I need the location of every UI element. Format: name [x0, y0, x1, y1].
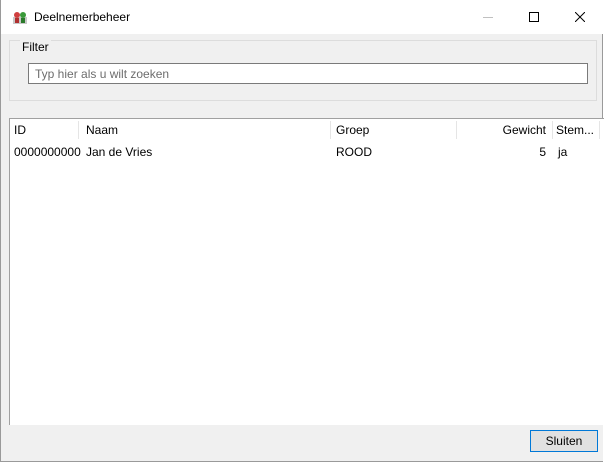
column-divider[interactable]: [78, 121, 79, 139]
cell-gewicht: 5: [539, 145, 546, 159]
column-header-gewicht[interactable]: Gewicht: [456, 119, 552, 141]
search-input[interactable]: [28, 63, 588, 84]
participants-list[interactable]: ID Naam Groep Gewicht Stem... 0000000000…: [9, 118, 604, 425]
maximize-icon: [529, 12, 539, 22]
column-header-id[interactable]: ID: [10, 119, 78, 141]
cell-stem: ja: [558, 145, 568, 159]
button-bar: Sluiten: [9, 425, 603, 461]
close-icon: [575, 12, 585, 22]
cell-id: 0000000000: [14, 145, 81, 159]
filter-groupbox: Filter: [9, 40, 597, 101]
column-header-groep[interactable]: Groep: [332, 119, 456, 141]
list-header: ID Naam Groep Gewicht Stem...: [10, 119, 604, 141]
dialog-window: Deelnemerbeheer Filter ID Naam: [0, 0, 604, 462]
column-divider[interactable]: [599, 121, 600, 139]
people-icon: [13, 12, 27, 24]
title-bar[interactable]: Deelnemerbeheer: [1, 0, 603, 34]
minimize-button[interactable]: [465, 0, 511, 34]
cell-naam: Jan de Vries: [86, 145, 153, 159]
maximize-button[interactable]: [511, 0, 557, 34]
column-header-naam[interactable]: Naam: [82, 119, 330, 141]
cell-groep: ROOD: [336, 145, 372, 159]
column-header-stem[interactable]: Stem...: [552, 119, 600, 141]
table-row[interactable]: 0000000000 Jan de Vries ROOD 5 ja: [10, 143, 604, 161]
window-title: Deelnemerbeheer: [34, 10, 131, 24]
filter-label: Filter: [20, 40, 51, 54]
close-window-button[interactable]: [557, 0, 603, 34]
minimize-icon: [483, 17, 493, 18]
sluiten-button[interactable]: Sluiten: [530, 430, 598, 452]
column-divider[interactable]: [330, 121, 331, 139]
